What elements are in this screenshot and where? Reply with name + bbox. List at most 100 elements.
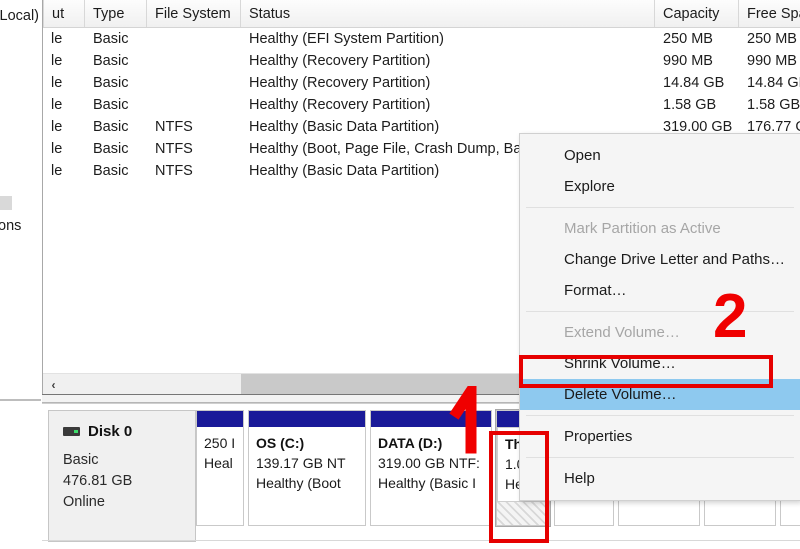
menu-item-label: Delete Volume…	[564, 386, 677, 403]
cell-type: Basic	[85, 31, 147, 47]
partition-body: 250 IHeal	[197, 427, 243, 525]
disk-name: Disk 0	[88, 423, 132, 440]
cell-fs: NTFS	[147, 119, 241, 135]
menu-item-mark-partition-as-active: Mark Partition as Active	[520, 213, 800, 244]
cell-type: Basic	[85, 75, 147, 91]
cell-layout: le	[43, 163, 85, 179]
menu-item-shrink-volume[interactable]: Shrink Volume…	[520, 348, 800, 379]
cell-layout: le	[43, 141, 85, 157]
cell-status: Healthy (Recovery Partition)	[241, 75, 655, 91]
column-header-fs[interactable]: File System	[147, 0, 241, 27]
column-header-label: File System	[155, 6, 231, 22]
menu-separator	[526, 207, 794, 208]
disk-drive-icon	[63, 427, 80, 436]
partition-block[interactable]: DATA (D:)319.00 GB NTF:Healthy (Basic I	[370, 410, 492, 526]
column-header-type[interactable]: Type	[85, 0, 147, 27]
menu-item-label: Extend Volume…	[564, 324, 680, 341]
partition-size: 319.00 GB NTF:	[378, 454, 486, 474]
partition-block[interactable]: OS (C:)139.17 GB NTHealthy (Boot	[248, 410, 366, 526]
tree-node-selected-chip	[0, 196, 12, 210]
table-row[interactable]: leBasic Healthy (Recovery Partition) 1.58 …	[43, 94, 800, 116]
column-header-free[interactable]: Free Space	[739, 0, 800, 27]
partition-color-bar	[371, 411, 491, 427]
column-header-label: Free Space	[747, 6, 800, 22]
partition-label: OS (C:)	[256, 434, 360, 454]
tree-node-computer-management-local[interactable]: Local)	[0, 8, 39, 24]
disk-title-line: Disk 0	[63, 423, 195, 440]
cell-layout: le	[43, 97, 85, 113]
console-tree-inner: Local) ons	[0, 0, 41, 400]
partition-status: Healthy (Basic I	[378, 474, 486, 494]
menu-item-extend-volume: Extend Volume…	[520, 317, 800, 348]
volume-list-header: ut Type File System Status Capacity Free Spac…	[43, 0, 800, 28]
menu-item-label: Change Drive Letter and Paths…	[564, 251, 785, 268]
disk-metadata: Basic 476.81 GB Online	[63, 450, 195, 513]
partition-label: DATA (D:)	[378, 434, 486, 454]
menu-separator	[526, 457, 794, 458]
table-row[interactable]: leBasicHealthy (EFI System Partition)250…	[43, 28, 800, 50]
menu-item-format[interactable]: Format…	[520, 275, 800, 306]
cell-fs: NTFS	[147, 163, 241, 179]
cell-type: Basic	[85, 97, 147, 113]
partition-color-bar	[249, 411, 365, 427]
table-row[interactable]: leBasicHealthy (Recovery Partition)990 M…	[43, 50, 800, 72]
menu-item-label: Mark Partition as Active	[564, 220, 721, 237]
volume-context-menu: Open Explore Mark Partition as Active Chang…	[519, 133, 800, 501]
cell-capacity: 250 MB	[655, 31, 739, 47]
partition-body: OS (C:)139.17 GB NTHealthy (Boot	[249, 427, 365, 525]
column-header-capacity[interactable]: Capacity	[655, 0, 739, 27]
cell-status: Healthy (Recovery Partition)	[241, 97, 655, 113]
partition-status: Healthy (Boot	[256, 474, 360, 494]
menu-separator	[526, 311, 794, 312]
menu-item-label: Help	[564, 470, 595, 487]
cell-free: 990 MB	[739, 53, 800, 69]
cell-status: Healthy (EFI System Partition)	[241, 31, 655, 47]
column-header-label: Status	[249, 6, 290, 22]
column-header-layout[interactable]: ut	[43, 0, 85, 27]
menu-item-label: Format…	[564, 282, 627, 299]
partition-body: DATA (D:)319.00 GB NTF:Healthy (Basic I	[371, 427, 491, 525]
menu-item-delete-volume[interactable]: Delete Volume…	[520, 379, 800, 410]
scrollbar-track-left[interactable]	[64, 374, 241, 395]
menu-item-label: Shrink Volume…	[564, 355, 676, 372]
menu-item-explore[interactable]: Explore	[520, 171, 800, 202]
console-tree-pane: Local) ons	[0, 0, 41, 549]
cell-type: Basic	[85, 119, 147, 135]
partition-color-bar	[197, 411, 243, 427]
menu-item-label: Explore	[564, 178, 615, 195]
cell-type: Basic	[85, 163, 147, 179]
cell-layout: le	[43, 75, 85, 91]
cell-fs: NTFS	[147, 141, 241, 157]
scroll-left-arrow-icon[interactable]: ‹	[43, 374, 64, 395]
partition-size: 250 I	[204, 434, 238, 454]
menu-item-change-drive-letter-and-paths[interactable]: Change Drive Letter and Paths…	[520, 244, 800, 275]
tree-node-disk-management[interactable]: ons	[0, 218, 21, 234]
console-tree-bottom	[0, 400, 41, 549]
cell-capacity: 990 MB	[655, 53, 739, 69]
menu-item-open[interactable]: Open	[520, 140, 800, 171]
cell-layout: le	[43, 119, 85, 135]
cell-type: Basic	[85, 53, 147, 69]
partition-status: Heal	[204, 454, 238, 474]
column-header-label: ut	[52, 6, 64, 22]
menu-item-label: Properties	[564, 428, 632, 445]
menu-item-label: Open	[564, 147, 601, 164]
cell-free: 1.58 GB	[739, 97, 800, 113]
cell-free: 14.84 GB	[739, 75, 800, 91]
column-header-status[interactable]: Status	[241, 0, 655, 27]
disk-info-box[interactable]: Disk 0 Basic 476.81 GB Online	[48, 410, 196, 542]
partition-size: 139.17 GB NT	[256, 454, 360, 474]
column-header-label: Type	[93, 6, 124, 22]
cell-capacity: 14.84 GB	[655, 75, 739, 91]
disk-status: Online	[63, 492, 195, 513]
cell-status: Healthy (Recovery Partition)	[241, 53, 655, 69]
cell-layout: le	[43, 53, 85, 69]
menu-item-properties[interactable]: Properties	[520, 421, 800, 452]
disk-size: 476.81 GB	[63, 471, 195, 492]
cell-free: 250 MB	[739, 31, 800, 47]
cell-type: Basic	[85, 141, 147, 157]
table-row[interactable]: leBasicHealthy (Recovery Partition)14.84…	[43, 72, 800, 94]
menu-item-help[interactable]: Help	[520, 463, 800, 494]
partition-block[interactable]: 250 IHeal	[196, 410, 244, 526]
disk-management-window: Local) ons ut Type File System Status Capaci…	[0, 0, 800, 549]
